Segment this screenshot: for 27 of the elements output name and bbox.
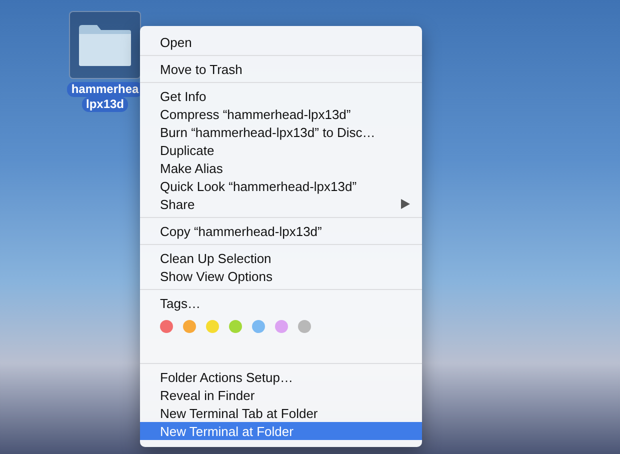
folder-icon[interactable] [69, 11, 141, 79]
menu-item[interactable]: Reveal in Finder [140, 386, 422, 404]
menu-item[interactable]: Share [140, 195, 422, 213]
menu-item[interactable]: Compress “hammerhead-lpx13d” [140, 105, 422, 123]
menu-item[interactable]: Make Alias [140, 159, 422, 177]
tag-dot[interactable] [298, 320, 311, 333]
menu-item[interactable]: Tags… [140, 294, 422, 312]
menu-item[interactable]: New Terminal Tab at Folder [140, 404, 422, 422]
menu-item[interactable]: Show View Options [140, 267, 422, 285]
menu-item[interactable]: Clean Up Selection [140, 249, 422, 267]
menu-item[interactable]: Folder Actions Setup… [140, 368, 422, 386]
menu-item[interactable]: Burn “hammerhead-lpx13d” to Disc… [140, 123, 422, 141]
menu-item[interactable]: Move to Trash [140, 60, 422, 78]
folder-name: lpx13d [82, 97, 128, 112]
menu-item[interactable]: Duplicate [140, 141, 422, 159]
menu-item[interactable]: Open [140, 33, 422, 51]
tag-dot[interactable] [206, 320, 219, 333]
tag-dot[interactable] [229, 320, 242, 333]
tag-dot[interactable] [160, 320, 173, 333]
menu-item[interactable]: Get Info [140, 87, 422, 105]
menu-item[interactable]: Quick Look “hammerhead-lpx13d” [140, 177, 422, 195]
tag-dot[interactable] [183, 320, 196, 333]
menu-item[interactable]: Copy “hammerhead-lpx13d” [140, 222, 422, 240]
tag-dot[interactable] [275, 320, 288, 333]
tag-dot[interactable] [252, 320, 265, 333]
folder-name: hammerhea [67, 82, 143, 97]
menu-item[interactable]: New Terminal at Folder [140, 422, 422, 440]
